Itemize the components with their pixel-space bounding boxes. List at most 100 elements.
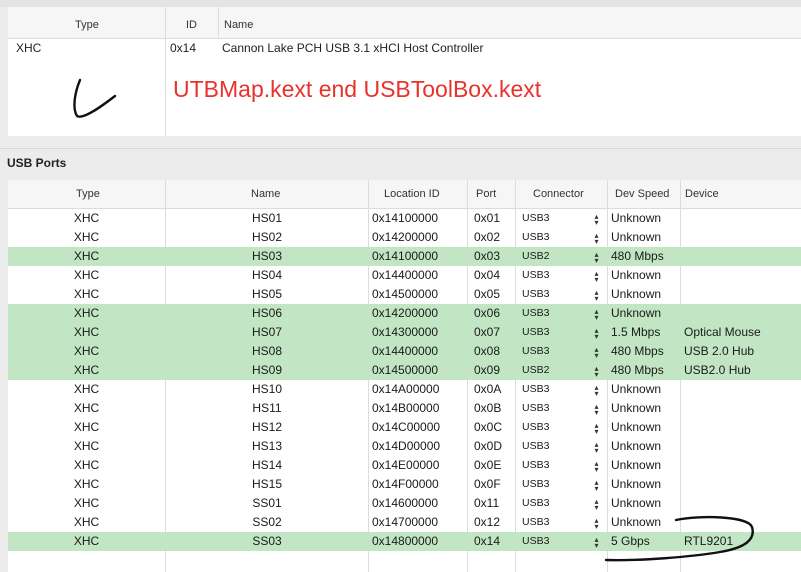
connector-popup-chevron-icon[interactable]: ▴▾ [592,535,601,547]
connector-popup-chevron-icon[interactable]: ▴▾ [592,440,601,452]
cell-connector[interactable]: USB3 [522,532,549,551]
connector-popup-chevron-icon[interactable]: ▴▾ [592,231,601,243]
cell-type: XHC [73,249,100,263]
port-row-hs15[interactable]: XHC HS15 0x14F00000 0x0F USB3 Unknown ▴▾ [8,475,801,494]
controllers-table-header: Type ID Name [8,7,801,39]
cell-connector[interactable]: USB3 [522,209,549,228]
cell-connector[interactable]: USB3 [522,399,549,418]
port-row-hs05[interactable]: XHC HS05 0x14500000 0x05 USB3 Unknown ▴▾ [8,285,801,304]
header-device[interactable]: Device [685,180,719,208]
cell-dev-speed: Unknown [611,420,662,434]
header-dev-speed[interactable]: Dev Speed [615,180,669,208]
cell-dev-speed: Unknown [611,401,662,415]
connector-popup-chevron-icon[interactable]: ▴▾ [592,478,601,490]
cell-name: HS07 [251,325,283,339]
header-type[interactable]: Type [75,7,99,38]
cell-connector[interactable]: USB3 [522,380,549,399]
header-port[interactable]: Port [476,180,496,208]
port-row-hs13[interactable]: XHC HS13 0x14D00000 0x0D USB3 Unknown ▴▾ [8,437,801,456]
header-connector[interactable]: Connector [533,180,584,208]
cell-connector[interactable]: USB3 [522,342,549,361]
port-row-hs08[interactable]: XHC HS08 0x14400000 0x08 USB3 480 Mbps USB 2.0… [8,342,801,361]
cell-name: HS05 [251,287,283,301]
connector-popup-chevron-icon[interactable]: ▴▾ [592,364,601,376]
port-row-hs09[interactable]: XHC HS09 0x14500000 0x09 USB2 480 Mbps USB2.0 … [8,361,801,380]
cell-location-id: 0x14400000 [372,268,439,282]
connector-popup-chevron-icon[interactable]: ▴▾ [592,345,601,357]
header-name[interactable]: Name [251,180,280,208]
cell-connector[interactable]: USB3 [522,266,549,285]
cell-port: 0x0F [474,477,501,491]
cell-port: 0x0C [474,420,503,434]
cell-port: 0x12 [474,515,501,529]
port-row-hs14[interactable]: XHC HS14 0x14E00000 0x0E USB3 Unknown ▴▾ [8,456,801,475]
cell-location-id: 0x14F00000 [372,477,439,491]
connector-popup-chevron-icon[interactable]: ▴▾ [592,307,601,319]
cell-connector[interactable]: USB3 [522,513,549,532]
cell-connector[interactable]: USB3 [522,228,549,247]
cell-name: SS02 [252,515,282,529]
connector-popup-chevron-icon[interactable]: ▴▾ [592,383,601,395]
port-row-hs01[interactable]: XHC HS01 0x14100000 0x01 USB3 Unknown ▴▾ [8,209,801,228]
cell-connector[interactable]: USB3 [522,456,549,475]
connector-popup-chevron-icon[interactable]: ▴▾ [592,250,601,262]
cell-connector[interactable]: USB3 [522,437,549,456]
cell-type: XHC [73,477,100,491]
cell-dev-speed: 5 Gbps [611,534,650,548]
controller-type: XHC [16,41,42,55]
cell-dev-speed: 480 Mbps [611,363,664,377]
cell-name: HS03 [251,249,283,263]
port-row-hs12[interactable]: XHC HS12 0x14C00000 0x0C USB3 Unknown ▴▾ [8,418,801,437]
cell-dev-speed: Unknown [611,382,662,396]
cell-port: 0x07 [474,325,501,339]
header-name[interactable]: Name [224,7,253,38]
header-location-id[interactable]: Location ID [384,180,440,208]
cell-dev-speed: Unknown [611,306,662,320]
cell-type: XHC [73,420,100,434]
port-row-hs02[interactable]: XHC HS02 0x14200000 0x02 USB3 Unknown ▴▾ [8,228,801,247]
cell-type: XHC [73,401,100,415]
cell-port: 0x0A [474,382,502,396]
cell-type: XHC [73,325,100,339]
cell-connector[interactable]: USB3 [522,418,549,437]
port-row-hs10[interactable]: XHC HS10 0x14A00000 0x0A USB3 Unknown ▴▾ [8,380,801,399]
header-id[interactable]: ID [186,7,197,38]
port-row-hs07[interactable]: XHC HS07 0x14300000 0x07 USB3 1.5 Mbps Optical… [8,323,801,342]
cell-location-id: 0x14C00000 [372,420,441,434]
header-type[interactable]: Type [76,180,100,208]
port-row-hs11[interactable]: XHC HS11 0x14B00000 0x0B USB3 Unknown ▴▾ [8,399,801,418]
port-row-hs04[interactable]: XHC HS04 0x14400000 0x04 USB3 Unknown ▴▾ [8,266,801,285]
connector-popup-chevron-icon[interactable]: ▴▾ [592,421,601,433]
section-separator [0,148,801,149]
port-row-ss03[interactable]: XHC SS03 0x14800000 0x14 USB3 5 Gbps RTL9201 ▴▾ [8,532,801,551]
cell-name: HS11 [252,401,282,415]
cell-name: SS03 [252,534,282,548]
cell-port: 0x0B [474,401,502,415]
connector-popup-chevron-icon[interactable]: ▴▾ [592,326,601,338]
connector-popup-chevron-icon[interactable]: ▴▾ [592,212,601,224]
port-row-hs03[interactable]: XHC HS03 0x14100000 0x03 USB2 480 Mbps ▴▾ [8,247,801,266]
cell-connector[interactable]: USB3 [522,323,549,342]
cell-type: XHC [73,306,100,320]
cell-connector[interactable]: USB2 [522,361,549,380]
port-row-ss02[interactable]: XHC SS02 0x14700000 0x12 USB3 Unknown ▴▾ [8,513,801,532]
cell-name: HS08 [251,344,283,358]
port-row-ss01[interactable]: XHC SS01 0x14600000 0x11 USB3 Unknown ▴▾ [8,494,801,513]
controller-name: Cannon Lake PCH USB 3.1 xHCI Host Contro… [222,41,484,55]
connector-popup-chevron-icon[interactable]: ▴▾ [592,497,601,509]
port-row-hs06[interactable]: XHC HS06 0x14200000 0x06 USB3 Unknown ▴▾ [8,304,801,323]
connector-popup-chevron-icon[interactable]: ▴▾ [592,402,601,414]
cell-location-id: 0x14100000 [372,249,439,263]
cell-connector[interactable]: USB3 [522,304,549,323]
cell-name: HS06 [251,306,283,320]
connector-popup-chevron-icon[interactable]: ▴▾ [592,516,601,528]
cell-connector[interactable]: USB3 [522,494,549,513]
connector-popup-chevron-icon[interactable]: ▴▾ [592,459,601,471]
cell-connector[interactable]: USB2 [522,247,549,266]
cell-location-id: 0x14400000 [372,344,439,358]
cell-connector[interactable]: USB3 [522,285,549,304]
cell-type: XHC [73,496,100,510]
cell-connector[interactable]: USB3 [522,475,549,494]
connector-popup-chevron-icon[interactable]: ▴▾ [592,269,601,281]
connector-popup-chevron-icon[interactable]: ▴▾ [592,288,601,300]
